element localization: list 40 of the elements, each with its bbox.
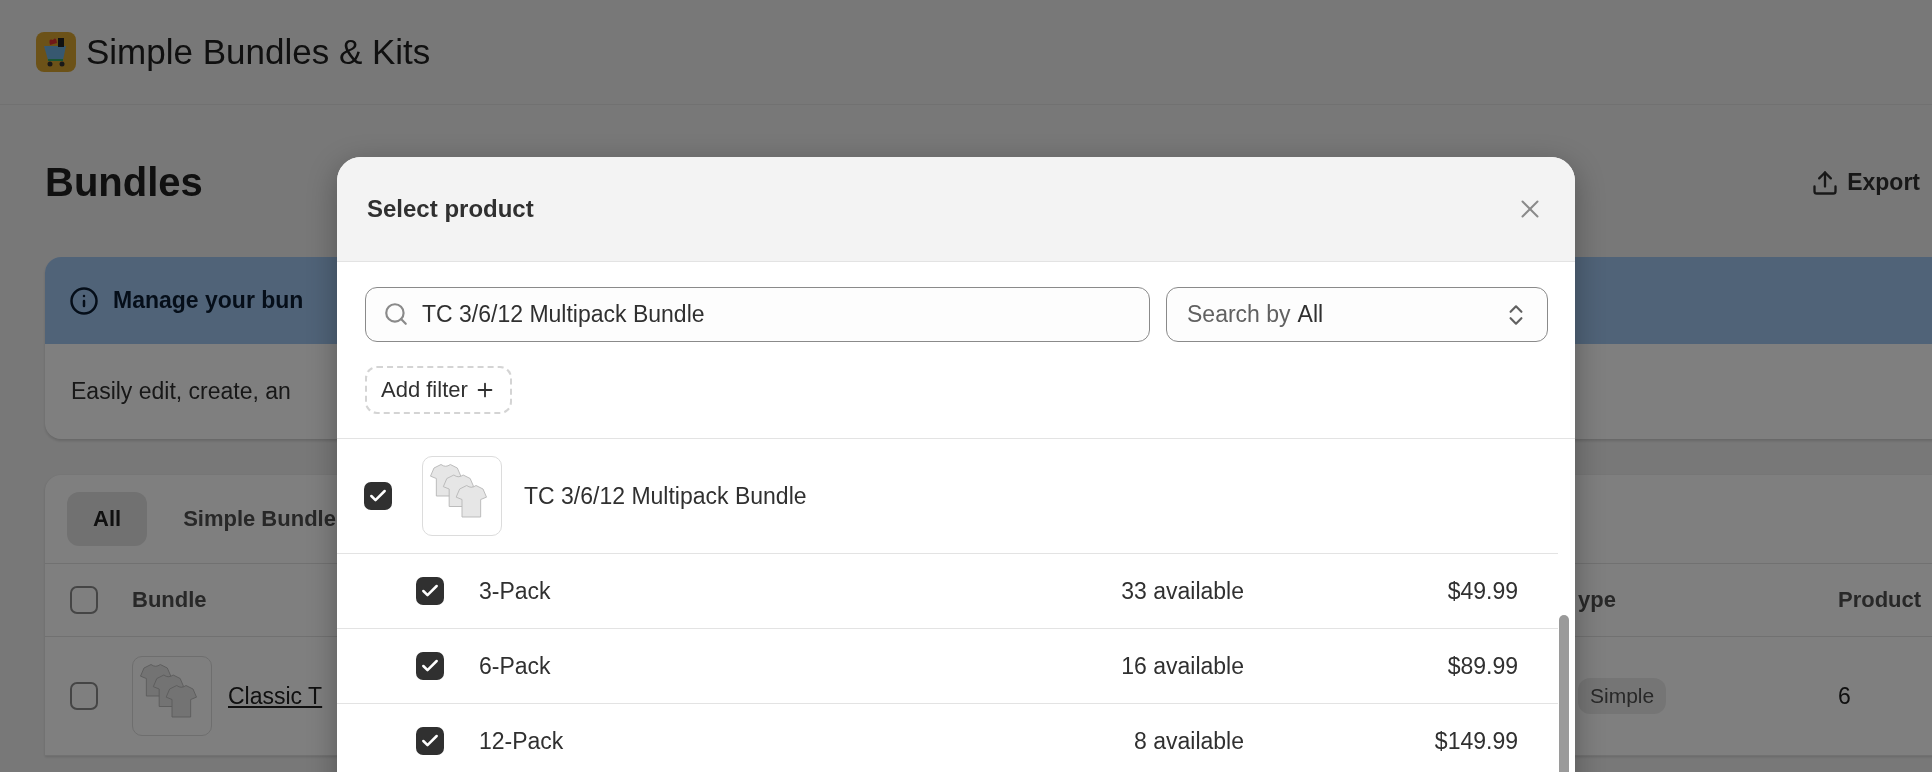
column-header: Bundle <box>132 587 207 613</box>
variant-price: $149.99 <box>1433 727 1518 755</box>
add-filter-button[interactable]: Add filter <box>365 366 512 414</box>
filter-tab[interactable]: All <box>67 492 148 546</box>
variant-name: 6-Pack <box>479 652 552 680</box>
availability-text: 8 available <box>1133 727 1244 755</box>
app-logo <box>36 32 76 72</box>
filter-tab[interactable]: Simple Bundle <box>157 492 362 546</box>
product-name: TC 3/6/12 Multipack Bundle <box>524 482 807 510</box>
scrollbar-thumb[interactable] <box>1559 615 1569 772</box>
search-field[interactable]: TC 3/6/12 Multipack Bundle <box>365 287 1150 342</box>
column-header: Product <box>1838 587 1922 613</box>
variant-name: 3-Pack <box>479 577 552 605</box>
banner-title: Manage your bun <box>113 287 304 314</box>
variant-price: $89.99 <box>1446 652 1518 680</box>
variant-checkbox[interactable] <box>416 652 444 680</box>
select-all-checkbox[interactable] <box>70 586 98 614</box>
search-by-select[interactable]: Search by All <box>1166 287 1548 342</box>
variant-price: $49.99 <box>1446 577 1518 605</box>
search-icon <box>383 301 409 327</box>
export-button[interactable]: Export <box>1807 164 1924 201</box>
availability-text: 33 available <box>1120 577 1244 605</box>
type-badge: Simple <box>1578 678 1667 714</box>
column-header: ype <box>1578 587 1616 613</box>
select-label: Search by <box>1187 301 1291 328</box>
variant-name: 12-Pack <box>479 727 565 755</box>
table-cell-text: 6 <box>1838 682 1852 710</box>
row-checkbox[interactable] <box>70 682 98 710</box>
select-value: All <box>1297 301 1324 328</box>
upload-icon <box>1811 168 1840 197</box>
variant-checkbox[interactable] <box>416 577 444 605</box>
banner-text: Easily edit, create, an <box>71 378 291 405</box>
variant-checkbox[interactable] <box>416 727 444 755</box>
page-title: Bundles <box>45 160 203 205</box>
app-title: Simple Bundles & Kits <box>86 32 431 72</box>
product-checkbox[interactable] <box>364 482 392 510</box>
info-icon <box>69 285 99 316</box>
availability-text: 16 available <box>1120 652 1244 680</box>
bundle-link[interactable]: Classic T <box>228 682 323 710</box>
dialog-title: Select product <box>367 195 534 223</box>
